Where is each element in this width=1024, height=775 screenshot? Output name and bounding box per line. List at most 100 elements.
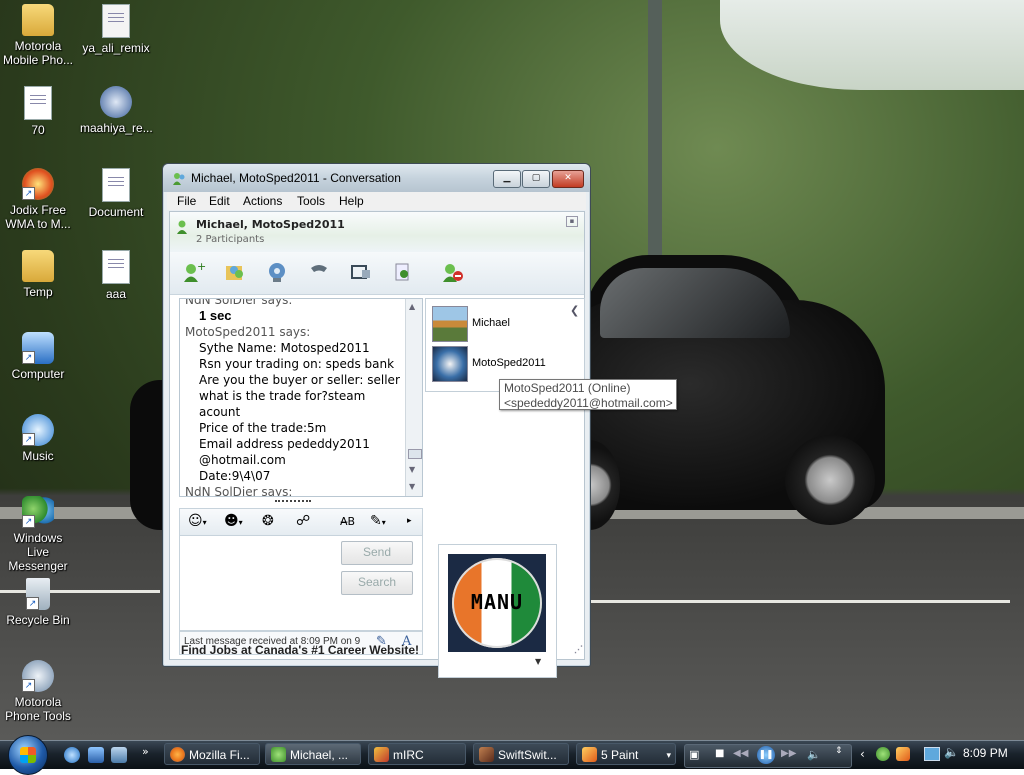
emoticon-icon[interactable]: ☺▾ [188,513,207,529]
message-line: Date:9\4\07 [199,469,271,483]
ad-banner[interactable]: Find Jobs at Canada's #1 Career Website!… [169,640,583,660]
previous-icon[interactable]: ◀◀ [733,748,748,759]
message-input[interactable]: Send Search [179,535,423,631]
taskbar-button-swiftswitch[interactable]: SwiftSwit... [473,743,569,765]
search-button[interactable]: Search [341,571,413,595]
background-icon[interactable]: ✎▾ [370,513,386,529]
desktop-icon-maahiya[interactable]: maahiya_re... [80,86,153,135]
desktop-icon-document[interactable]: Document [80,168,152,219]
taskbar: » Mozilla Fi... Michael, ... mIRC SwiftS… [0,735,1024,775]
network-icon[interactable] [924,747,940,761]
close-button[interactable]: ✕ [552,170,584,188]
desktop-icon-jodix[interactable]: ↗ Jodix Free WMA to M... [2,168,74,231]
desktop-icon-70[interactable]: 70 [2,86,74,137]
desktop-icon-recycle-bin[interactable]: ↗ Recycle Bin [2,578,74,627]
media-menu-icon[interactable]: ⇕ [835,746,843,756]
scroll-up-icon[interactable]: ▲ [409,302,415,311]
shortcut-arrow-icon: ↗ [22,679,35,692]
sender-line: NdN SolDier says: [185,485,293,497]
participant-michael[interactable]: Michael [432,306,572,342]
scroll-down-small-icon[interactable]: ▼ [409,465,415,474]
call-icon[interactable] [306,260,332,284]
phone-tools-icon: ↗ [22,660,54,692]
menu-edit[interactable]: Edit [209,194,230,208]
desktop-icon-ya-ali-remix[interactable]: ya_ali_remix [80,4,152,55]
title-bar[interactable]: Michael, MotoSped2011 - Conversation ▁ ▢… [163,164,590,192]
next-icon[interactable]: ▶▶ [781,748,796,759]
message-line: Rsn your trading on: speds bank [199,357,395,371]
show-desktop-icon[interactable] [88,747,104,763]
ad-text[interactable]: Find Jobs at Canada's #1 Career Website! [181,643,419,657]
collapse-header-icon[interactable]: ▪ [566,216,578,227]
desktop-icon-aaa[interactable]: aaa [80,250,152,301]
lamp-pole [648,0,662,260]
message-line: @hotmail.com [199,453,286,467]
taskbar-button-firefox[interactable]: Mozilla Fi... [164,743,260,765]
group-dropdown-icon: ▾ [666,750,671,760]
invite-contact-icon[interactable]: + [180,260,206,284]
folder-icon [22,4,54,36]
desktop-icon-windows-live-messenger[interactable]: ↗ Windows Live Messenger [2,496,74,573]
block-icon[interactable] [440,260,466,284]
show-hidden-icons-icon[interactable]: ‹ [860,747,865,761]
switch-windows-icon[interactable] [111,747,127,763]
collapse-panel-icon[interactable]: ❮ [570,304,579,317]
taskbar-button-paint[interactable]: 5 Paint ▾ [576,743,676,765]
menu-file[interactable]: File [177,194,196,208]
desktop-icon-motorola-mobile[interactable]: Motorola Mobile Pho... [2,4,74,67]
chat-history[interactable]: NdN SolDier says: 1 sec MotoSped2011 says:… [179,298,423,497]
quick-launch-overflow-icon[interactable]: » [142,745,149,758]
send-button[interactable]: Send [341,541,413,565]
shortcut-arrow-icon: ↗ [22,433,35,446]
taskbar-button-mirc[interactable]: mIRC [368,743,466,765]
windows-logo-icon [20,747,36,763]
sky [720,0,1024,90]
folder-icon [22,250,54,282]
scroll-thumb[interactable] [408,449,422,459]
shortcut-arrow-icon: ↗ [26,597,39,610]
font-icon[interactable]: A̶B [340,515,355,528]
activities-icon[interactable] [390,260,416,284]
wink-icon[interactable]: ☻▾ [224,513,243,529]
minimize-button[interactable]: ▁ [493,170,521,188]
desktop-icon-music[interactable]: ↗ Music [2,414,74,463]
menu-tools[interactable]: Tools [297,194,325,208]
conversation-window[interactable]: Michael, MotoSped2011 - Conversation ▁ ▢… [162,163,591,678]
jodix-app-icon: ↗ [22,168,54,200]
menu-help[interactable]: Help [339,194,364,208]
paint-icon [582,747,597,762]
taskbar-button-messenger[interactable]: Michael, ... [265,743,361,765]
start-button[interactable] [8,735,48,775]
internet-explorer-icon[interactable] [64,747,80,763]
more-options-icon[interactable]: ▸ [407,516,412,526]
message-line: 1 sec [199,308,232,323]
games-icon[interactable] [348,260,374,284]
video-call-icon[interactable] [264,260,290,284]
shortcut-arrow-icon: ↗ [22,187,35,200]
conversation-pane: Michael, MotoSped2011 2 Participants ▪ + [169,211,585,678]
share-files-icon[interactable] [222,260,248,284]
participant-motosped2011[interactable]: MotoSped2011 [432,346,572,382]
nudge-icon[interactable]: ❂ [262,513,274,529]
stop-icon[interactable]: ■ [715,748,724,759]
scroll-down-icon[interactable]: ▼ [409,482,415,491]
desktop-icon-computer[interactable]: ↗ Computer [2,332,74,381]
tooltip-status: MotoSped2011 (Online) [504,381,631,395]
conversation-header: Michael, MotoSped2011 2 Participants ▪ [170,212,584,252]
paint-tray-icon[interactable] [896,747,910,761]
volume-icon[interactable]: 🔈 [807,748,821,761]
pause-icon[interactable]: ❚❚ [757,746,775,764]
menu-actions[interactable]: Actions [243,194,282,208]
messenger-tray-icon[interactable] [876,747,890,761]
desktop-icon-temp[interactable]: Temp [2,250,74,299]
mirc-icon [374,747,389,762]
clock[interactable]: 8:09 PM [963,746,1008,760]
pane-splitter[interactable] [275,500,311,504]
volume-tray-icon[interactable]: 🔈 [944,745,959,759]
desktop-icon-motorola-phone-tools[interactable]: ↗ Motorola Phone Tools [2,660,74,723]
media-restore-icon[interactable]: ▣ [689,748,699,761]
resize-grip-icon[interactable]: ⋰ [574,644,583,655]
chat-scrollbar[interactable]: ▲ ▼ ▼ [405,299,422,496]
maximize-button[interactable]: ▢ [522,170,550,188]
voice-clip-icon[interactable]: ☍ [296,513,310,529]
